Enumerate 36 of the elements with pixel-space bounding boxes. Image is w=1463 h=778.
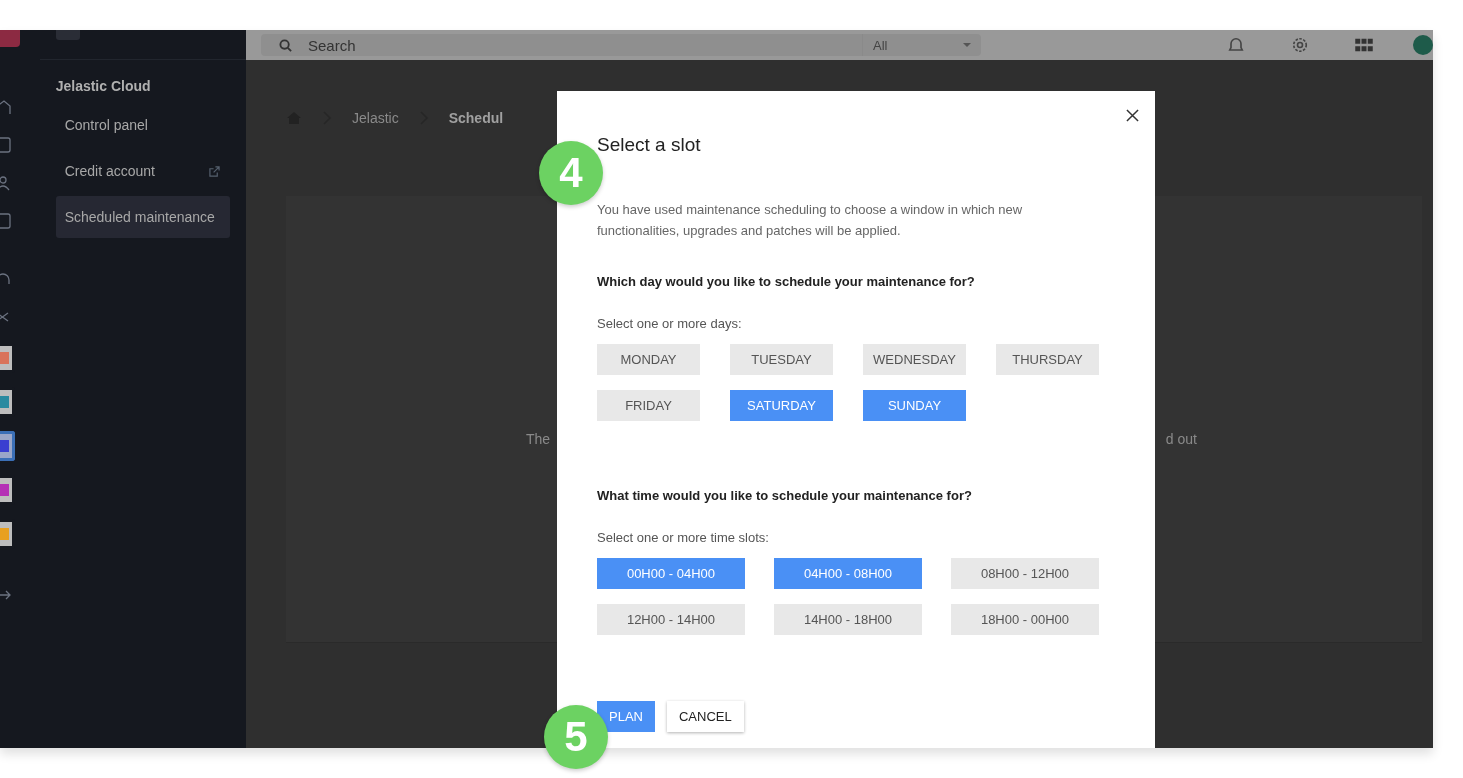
section-title: Jelastic Cloud <box>55 78 152 94</box>
close-icon[interactable] <box>1126 109 1139 122</box>
time-slot-toggle[interactable]: 12H00 - 14H00 <box>597 604 745 635</box>
home-icon[interactable] <box>0 99 12 115</box>
day-toggle[interactable]: THURSDAY <box>996 344 1099 375</box>
sidebar-item-label: Control panel <box>64 117 148 133</box>
app-shortcut-icon[interactable] <box>0 475 15 505</box>
external-link-icon <box>209 165 220 177</box>
breadcrumb-link[interactable]: Schedul <box>448 110 504 126</box>
day-toggle[interactable]: FRIDAY <box>597 390 700 421</box>
message-text: The <box>526 431 551 447</box>
users-icon[interactable] <box>0 175 12 191</box>
settings-icon[interactable] <box>1290 35 1310 55</box>
sidebar-item[interactable]: Control panel <box>55 104 230 146</box>
sidebar-item[interactable]: Scheduled maintenance <box>55 196 230 238</box>
day-toggle[interactable]: WEDNESDAY <box>863 344 966 375</box>
sidebar-item[interactable]: Credit account <box>55 150 230 192</box>
sidebar-item-label: Scheduled maintenance <box>64 209 215 225</box>
day-toggle[interactable]: MONDAY <box>597 344 700 375</box>
message-text: d out <box>1165 431 1197 447</box>
question-text: Which day would you like to schedule your maintenance for? <box>597 274 976 289</box>
app-shortcut-icon[interactable] <box>0 343 15 373</box>
hint-text: Select one or more days: <box>597 316 743 331</box>
cancel-button[interactable]: CANCEL <box>666 701 744 732</box>
avatar-icon[interactable] <box>1413 35 1433 55</box>
app-shortcut-icon[interactable] <box>0 519 15 549</box>
time-slot-toggle[interactable]: 18H00 - 00H00 <box>951 604 1099 635</box>
hint-text: Select one or more time slots: <box>597 530 770 545</box>
question-text: What time would you like to schedule your maintenance for? <box>597 488 973 503</box>
sidebar-item-label: Credit account <box>64 163 155 179</box>
time-slot-toggle[interactable]: 14H00 - 18H00 <box>774 604 922 635</box>
app-shortcut-icon[interactable] <box>0 387 15 417</box>
search-icon <box>279 38 292 52</box>
time-slot-toggle[interactable]: 08H00 - 12H00 <box>951 558 1099 589</box>
breadcrumb-link[interactable]: Jelastic <box>352 110 399 126</box>
day-toggle[interactable]: TUESDAY <box>730 344 833 375</box>
